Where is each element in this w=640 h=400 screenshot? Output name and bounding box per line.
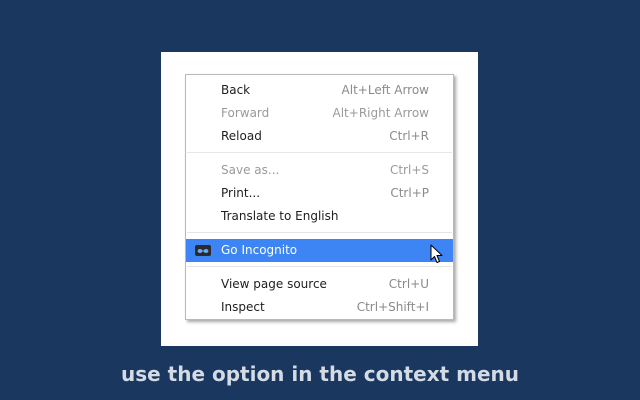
menu-item-back[interactable]: Back Alt+Left Arrow [186, 79, 453, 102]
menu-item-label: Forward [221, 106, 270, 120]
menu-item-shortcut: Ctrl+S [389, 163, 429, 177]
menu-item-label: Go Incognito [221, 243, 298, 257]
menu-separator [187, 232, 452, 233]
menu-item-label: Reload [221, 129, 262, 143]
menu-item-label: Back [221, 83, 251, 97]
instruction-caption: use the option in the context menu [120, 362, 520, 386]
menu-item-shortcut: Alt+Right Arrow [332, 106, 429, 120]
menu-item-reload[interactable]: Reload Ctrl+R [186, 125, 453, 148]
menu-item-shortcut: Ctrl+R [389, 129, 429, 143]
menu-item-label: View page source [221, 277, 327, 291]
screenshot-panel: Back Alt+Left Arrow Forward Alt+Right Ar… [161, 52, 478, 346]
menu-item-shortcut: Alt+Left Arrow [341, 83, 429, 97]
menu-item-shortcut: Ctrl+Shift+I [356, 300, 429, 314]
menu-separator [187, 152, 452, 153]
menu-item-label: Save as... [221, 163, 280, 177]
mouse-cursor-icon [430, 244, 443, 263]
menu-item-label: Print... [221, 186, 261, 200]
menu-separator [187, 266, 452, 267]
menu-item-label: Translate to English [221, 209, 339, 223]
menu-item-translate[interactable]: Translate to English [186, 205, 453, 228]
menu-item-go-incognito[interactable]: Go Incognito [186, 239, 453, 262]
menu-item-forward[interactable]: Forward Alt+Right Arrow [186, 102, 453, 125]
menu-item-shortcut: Ctrl+P [390, 186, 429, 200]
menu-item-print[interactable]: Print... Ctrl+P [186, 182, 453, 205]
context-menu: Back Alt+Left Arrow Forward Alt+Right Ar… [185, 74, 454, 320]
incognito-icon [195, 245, 211, 256]
menu-item-label: Inspect [221, 300, 265, 314]
menu-item-shortcut: Ctrl+U [388, 277, 429, 291]
menu-item-inspect[interactable]: Inspect Ctrl+Shift+I [186, 296, 453, 319]
menu-item-save-as[interactable]: Save as... Ctrl+S [186, 159, 453, 182]
menu-item-view-source[interactable]: View page source Ctrl+U [186, 273, 453, 296]
